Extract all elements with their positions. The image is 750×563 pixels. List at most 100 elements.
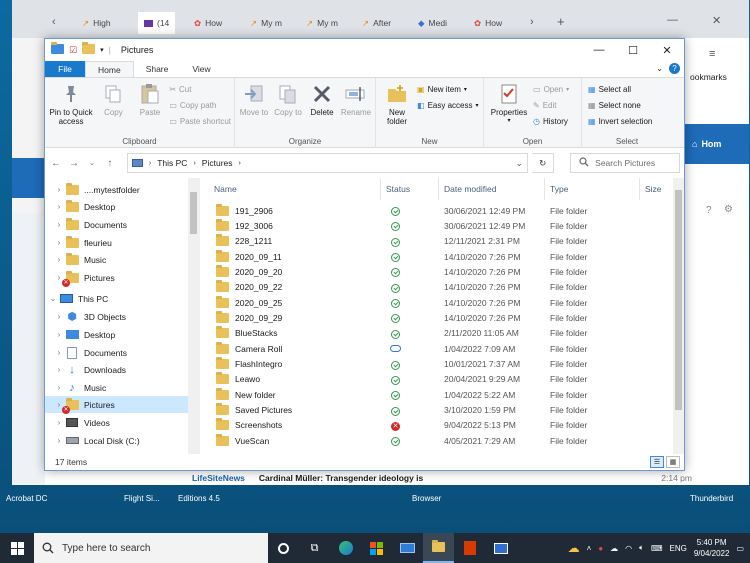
nav-item[interactable]: ⌄ This PC — [45, 290, 188, 307]
titlebar[interactable]: ☑ ▾ | Pictures — ☐ ✕ — [45, 39, 684, 61]
browser-tab[interactable]: ↗ After — [362, 12, 391, 34]
taskbar-search[interactable]: Type here to search — [34, 533, 268, 563]
nav-item[interactable]: › Local Disk (C:) — [45, 432, 188, 449]
chevron-right-icon[interactable]: › — [53, 348, 65, 357]
table-row[interactable]: 228_1211 12/11/2021 2:31 PM File folder — [200, 234, 684, 249]
search-input[interactable]: Search Pictures — [570, 153, 680, 173]
news-row[interactable]: LifeSiteNews Cardinal Müller: Transgende… — [192, 471, 692, 485]
chevron-right-icon[interactable]: › — [53, 436, 65, 445]
breadcrumb-this-pc[interactable]: This PC — [157, 158, 187, 168]
chevron-up-icon[interactable]: ˄ — [587, 544, 592, 553]
nav-item[interactable]: › Documents — [45, 216, 188, 233]
back-arrow-icon[interactable]: ← — [49, 158, 63, 169]
tab-scroll-left-icon[interactable]: ‹ — [52, 16, 56, 28]
select-none-button[interactable]: ▦ Select none — [588, 99, 652, 112]
photos-icon[interactable] — [485, 533, 516, 563]
cortana-icon[interactable] — [268, 533, 299, 563]
nav-item[interactable]: › ✕ Pictures — [45, 396, 188, 414]
site-home-link[interactable]: ⌂ Hom — [684, 124, 749, 164]
select-all-button[interactable]: ▦ Select all — [588, 83, 652, 96]
notification-icon[interactable]: ▭ — [736, 544, 744, 553]
clock[interactable]: 5:40 PM 9/04/2022 — [694, 537, 730, 559]
help-icon[interactable]: ? — [706, 205, 712, 216]
explorer-app-icon[interactable] — [51, 42, 64, 56]
news-headline[interactable]: Cardinal Müller: Transgender ideology is — [259, 473, 423, 483]
new-item-button[interactable]: ▣ New item ▾ — [417, 83, 478, 96]
address-dropdown-icon[interactable]: ⌄ — [511, 158, 527, 169]
browser-tab[interactable]: ✿ How — [474, 12, 502, 34]
chevron-down-icon[interactable]: ⌄ — [47, 294, 59, 303]
desktop-icon-label[interactable]: Browser — [412, 494, 441, 503]
table-row[interactable]: Leawo 20/04/2021 9:29 AM File folder — [200, 372, 684, 387]
forward-arrow-icon[interactable]: → — [67, 158, 81, 169]
tab-share[interactable]: Share — [134, 61, 181, 77]
up-arrow-icon[interactable]: ↑ — [103, 158, 117, 169]
new-tab-icon[interactable]: + — [557, 14, 565, 29]
table-row[interactable]: 2020_09_22 14/10/2020 7:26 PM File folder — [200, 280, 684, 295]
tab-scroll-right-icon[interactable]: › — [530, 16, 534, 28]
store-icon[interactable] — [361, 533, 392, 563]
chevron-right-icon[interactable]: › — [53, 185, 65, 194]
minimize-button[interactable]: — — [582, 39, 616, 61]
breadcrumb-pictures[interactable]: Pictures — [202, 158, 233, 168]
minimize-icon[interactable]: — — [667, 14, 678, 26]
easy-access-button[interactable]: ◧ Easy access ▾ — [417, 99, 478, 112]
nav-item[interactable]: › Music — [45, 251, 188, 268]
column-type[interactable]: Type — [545, 178, 640, 200]
mail-icon[interactable] — [392, 533, 423, 563]
table-row[interactable]: Camera Roll 1/04/2022 7:09 AM File folder — [200, 341, 684, 356]
table-row[interactable]: 192_3006 30/06/2021 12:49 PM File folder — [200, 218, 684, 233]
open-button[interactable]: ▭ Open ▾ — [533, 83, 569, 96]
new-folder-quick-icon[interactable] — [82, 42, 96, 56]
volume-icon[interactable]: 🔈︎ — [639, 543, 644, 553]
nav-item[interactable]: › ↓ Downloads — [45, 361, 188, 378]
chevron-right-icon[interactable]: › — [53, 330, 65, 339]
menu-icon[interactable]: ≡ — [709, 48, 715, 60]
edge-icon[interactable] — [330, 533, 361, 563]
large-icons-view-button[interactable]: ▦ — [666, 456, 680, 468]
chevron-right-icon[interactable]: › — [53, 365, 65, 374]
file-explorer-taskbar-icon[interactable] — [423, 533, 454, 563]
column-status[interactable]: Status — [381, 178, 439, 200]
nav-item[interactable]: › Desktop — [45, 198, 188, 215]
edit-button[interactable]: ✎ Edit — [533, 99, 569, 112]
properties-quick-icon[interactable]: ☑ — [69, 45, 77, 56]
table-row[interactable]: VueScan 4/05/2021 7:29 AM File folder — [200, 433, 684, 448]
table-row[interactable]: FlashIntegro 10/01/2021 7:37 AM File folde… — [200, 357, 684, 372]
address-bar[interactable]: › This PC › Pictures › ⌄ — [126, 153, 529, 173]
desktop-icon-label[interactable]: Flight Si... — [124, 494, 160, 503]
copy-path-button[interactable]: ▭ Copy path — [169, 99, 231, 112]
chevron-right-icon[interactable]: › — [53, 312, 65, 321]
column-name[interactable]: Name — [200, 178, 381, 200]
keyboard-icon[interactable]: ⌨ — [651, 544, 663, 553]
desktop-icon-label[interactable]: Thunderbird — [690, 494, 733, 503]
recent-locations-icon[interactable]: ⌄ — [85, 159, 99, 167]
start-button[interactable] — [0, 533, 34, 563]
table-row[interactable]: Screenshots ✕ 9/04/2022 5:13 PM File folder — [200, 418, 684, 433]
ribbon-collapse-icon[interactable]: ⌄ — [656, 64, 663, 73]
tab-view[interactable]: View — [180, 61, 222, 77]
security-alert-icon[interactable]: ● — [598, 544, 603, 553]
nav-scrollbar[interactable] — [188, 178, 199, 454]
weather-icon[interactable]: ☁ — [568, 541, 580, 555]
nav-item[interactable]: › fleurieu — [45, 234, 188, 251]
browser-tab[interactable]: ↗ My m — [306, 12, 338, 34]
bookmarks-label[interactable]: ookmarks — [690, 72, 727, 82]
refresh-button[interactable]: ↻ — [532, 153, 555, 173]
table-row[interactable]: BlueStacks 2/11/2020 11:05 AM File folder — [200, 326, 684, 341]
browser-tab[interactable]: ✿ How — [194, 12, 222, 34]
nav-item[interactable]: › ....mytestfolder — [45, 181, 188, 198]
column-date-modified[interactable]: Date modified — [439, 178, 545, 200]
maximize-button[interactable]: ☐ — [616, 39, 650, 61]
nav-scroll-thumb[interactable] — [190, 192, 197, 234]
table-row[interactable]: 2020_09_20 14/10/2020 7:26 PM File folder — [200, 264, 684, 279]
chevron-right-icon[interactable]: › — [53, 418, 65, 427]
nav-item[interactable]: › Documents — [45, 344, 188, 361]
paste-shortcut-button[interactable]: ▭ Paste shortcut — [169, 115, 231, 128]
tab-home[interactable]: Home — [85, 61, 134, 77]
nav-item[interactable]: › Desktop — [45, 326, 188, 343]
quick-access-dropdown-icon[interactable]: ▾ — [100, 46, 104, 54]
browser-tab[interactable]: ◆ Medi — [418, 12, 447, 34]
history-button[interactable]: ◷ History — [533, 115, 569, 128]
nav-item[interactable]: › ✕ Pictures — [45, 269, 188, 287]
